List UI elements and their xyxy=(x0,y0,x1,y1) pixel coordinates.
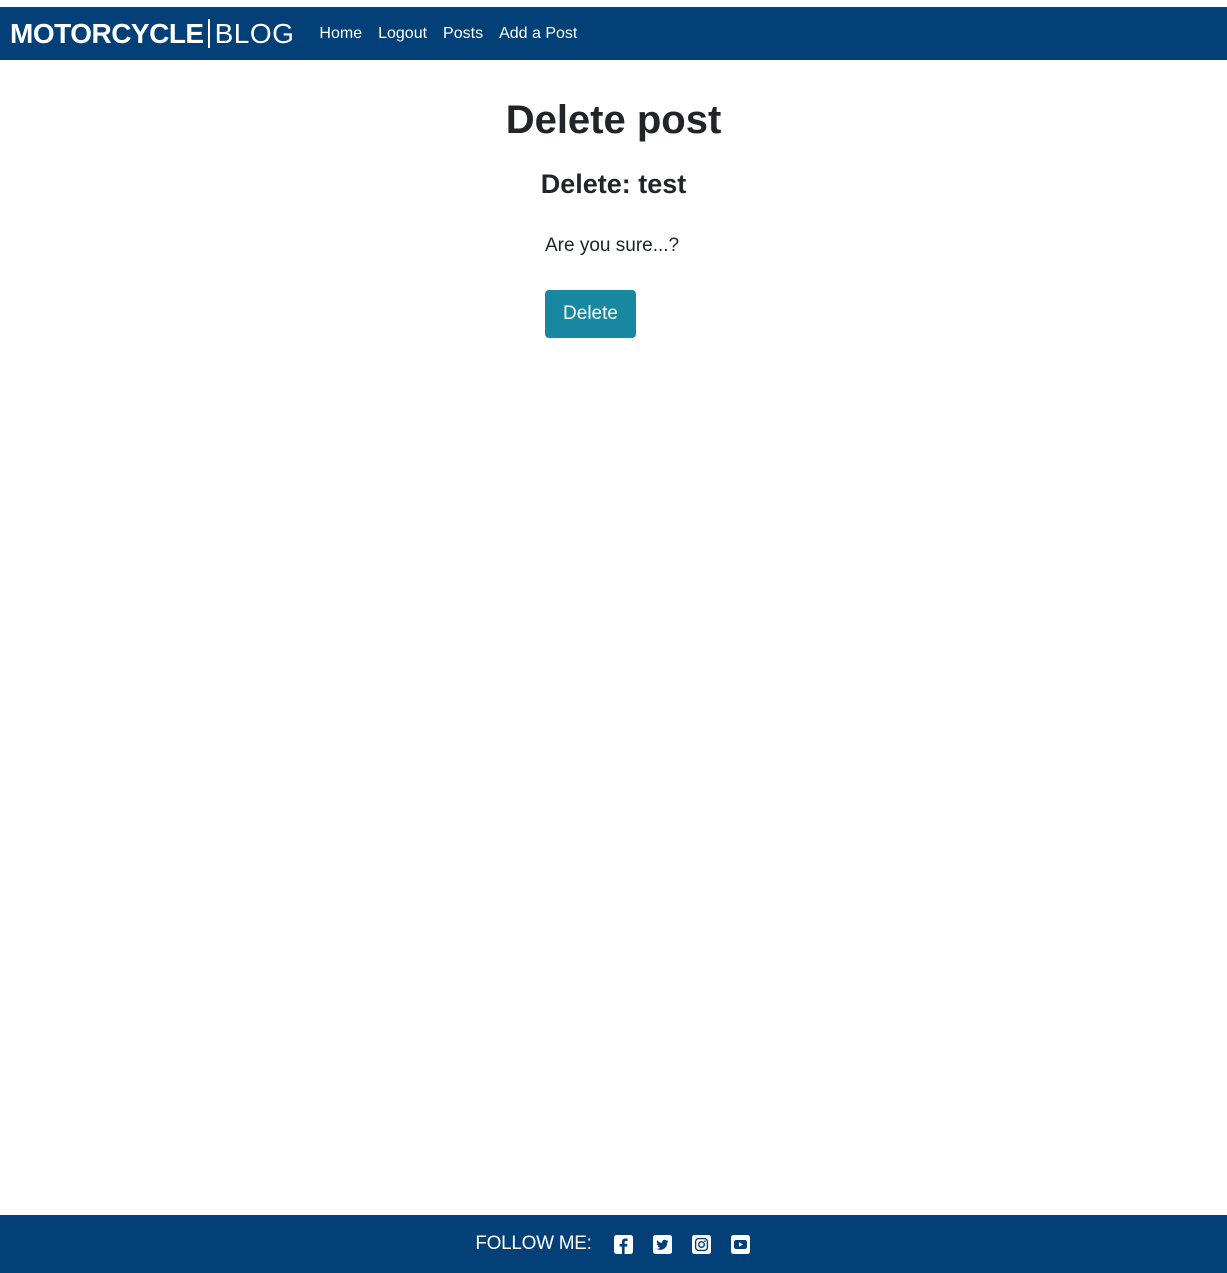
follow-label: FOLLOW ME: xyxy=(475,1233,592,1254)
footer: FOLLOW ME: xyxy=(0,1215,1227,1273)
nav-link-home[interactable]: Home xyxy=(319,25,362,43)
brand-name-bold: MOTORCYCLE xyxy=(10,17,204,49)
facebook-icon[interactable] xyxy=(613,1234,633,1254)
navbar: MOTORCYCLE BLOG Home Logout Posts Add a … xyxy=(0,7,1227,60)
page-title: Delete post xyxy=(505,98,722,142)
nav-link-logout[interactable]: Logout xyxy=(378,25,427,43)
post-title-heading: Delete: test xyxy=(540,169,687,199)
nav-links: Home Logout Posts Add a Post xyxy=(311,25,585,43)
youtube-icon[interactable] xyxy=(730,1234,750,1254)
brand-separator xyxy=(207,19,210,48)
brand-logo[interactable]: MOTORCYCLE BLOG xyxy=(10,19,294,48)
confirm-message: Are you sure...? xyxy=(545,235,680,256)
delete-button[interactable]: Delete xyxy=(545,290,636,338)
nav-link-add-post[interactable]: Add a Post xyxy=(499,25,577,43)
top-strip xyxy=(0,0,1227,7)
nav-link-posts[interactable]: Posts xyxy=(443,25,483,43)
instagram-icon[interactable] xyxy=(691,1234,711,1254)
brand-name-light: BLOG xyxy=(214,17,295,49)
twitter-icon[interactable] xyxy=(652,1234,672,1254)
main-content: Delete post Delete: test Are you sure...… xyxy=(0,60,1227,1215)
